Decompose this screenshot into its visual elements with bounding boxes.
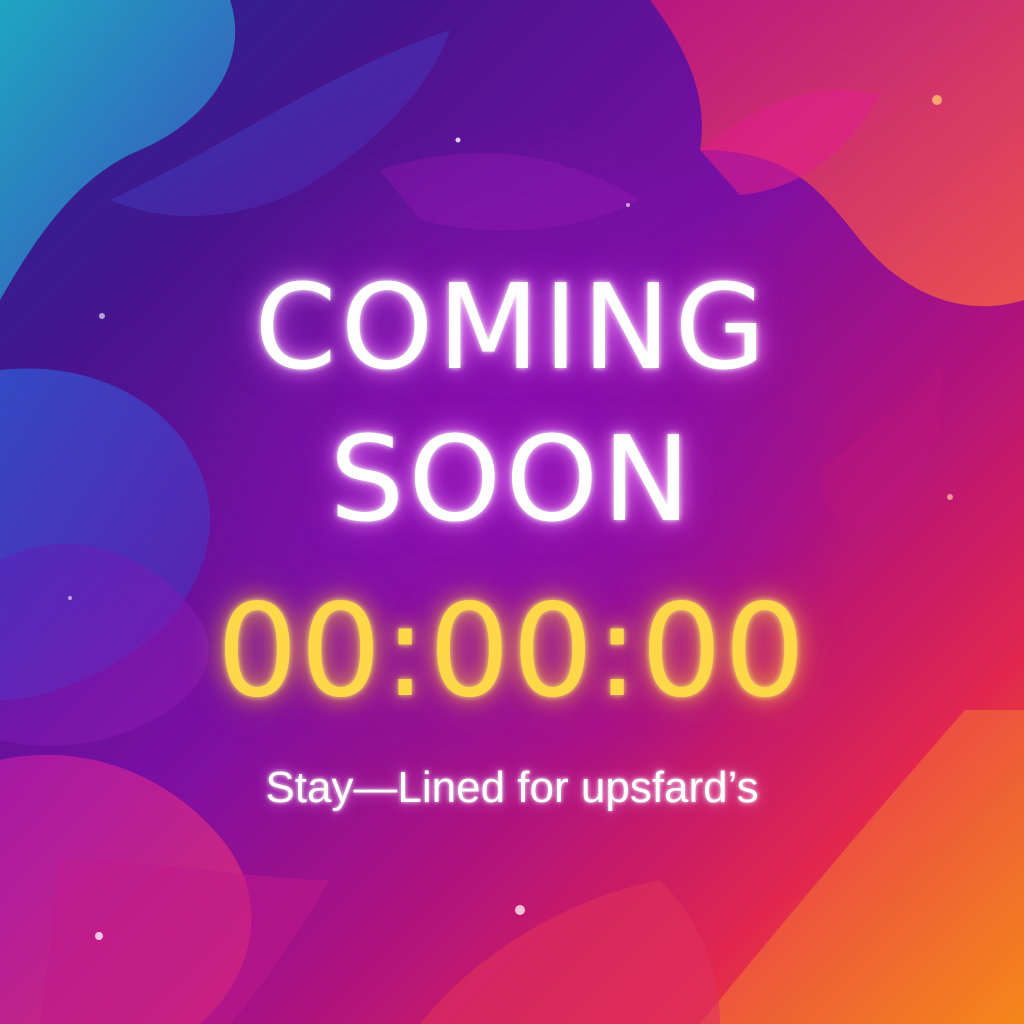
shape-center-wedge: [380, 153, 640, 231]
sparkle-dot-icon: [455, 137, 461, 143]
sparkle-dot-icon: [95, 932, 103, 940]
sparkle-dot-icon: [626, 203, 630, 207]
sparkle-dot-icon: [515, 905, 525, 915]
sparkle-dot-icon: [932, 95, 942, 105]
countdown-timer: 00:00:00: [216, 577, 808, 726]
tagline: Stay—Lined for upsfard’s: [265, 763, 759, 812]
shape-bottom-right: [700, 710, 1024, 1024]
coming-soon-poster: COMING SOON 00:00:00 Stay—Lined for upsf…: [0, 0, 1024, 1024]
shape-top-left: [0, 0, 236, 300]
headline-line-2: SOON: [329, 410, 695, 548]
headline-line-1: COMING: [254, 258, 770, 396]
shape-bottom-wave: [40, 860, 330, 1024]
shape-bottom-center: [420, 880, 720, 1024]
